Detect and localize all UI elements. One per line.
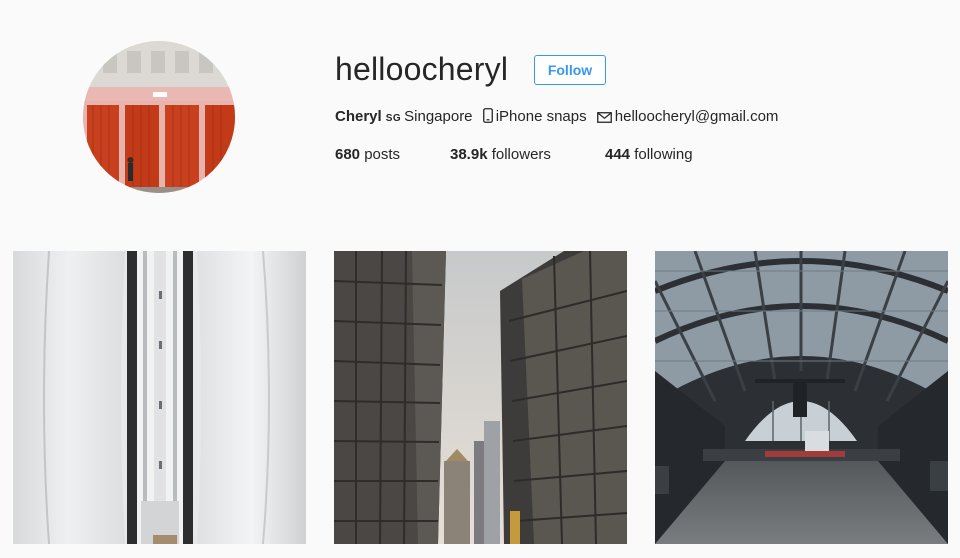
posts-label: posts xyxy=(364,146,401,163)
profile-full-name: Cheryl xyxy=(335,108,382,125)
posts-number: 680 xyxy=(335,146,361,163)
avatar-photo xyxy=(83,41,235,193)
post-tile-escalator[interactable] xyxy=(13,251,306,544)
country-code: SG xyxy=(385,113,402,124)
posts-count: 680 posts xyxy=(335,145,400,165)
profile-email[interactable]: helloocheryl@gmail.com xyxy=(615,108,779,125)
mail-icon xyxy=(596,109,612,129)
post-tile-train-station[interactable] xyxy=(655,251,948,544)
follow-button[interactable]: Follow xyxy=(534,55,606,85)
profile-bio: Cheryl SG Singapore iPhone snaps hellooche… xyxy=(335,107,778,129)
post-tile-city-towers[interactable] xyxy=(334,251,627,544)
profile-page: helloocheryl Follow Cheryl SG Singapore iP… xyxy=(0,0,960,558)
profile-username: helloocheryl xyxy=(335,51,509,87)
post-photo xyxy=(655,251,948,544)
following-count[interactable]: 444 following xyxy=(605,145,693,165)
followers-count[interactable]: 38.9k followers xyxy=(450,145,551,165)
phone-icon xyxy=(482,108,493,129)
avatar[interactable] xyxy=(83,41,235,193)
profile-location: Singapore xyxy=(404,108,473,125)
following-label: following xyxy=(634,146,693,163)
followers-label: followers xyxy=(491,146,551,163)
following-number: 444 xyxy=(605,146,631,163)
post-photo xyxy=(13,251,306,544)
profile-tagline: iPhone snaps xyxy=(495,108,587,125)
post-photo xyxy=(334,251,627,544)
followers-number: 38.9k xyxy=(450,146,488,163)
